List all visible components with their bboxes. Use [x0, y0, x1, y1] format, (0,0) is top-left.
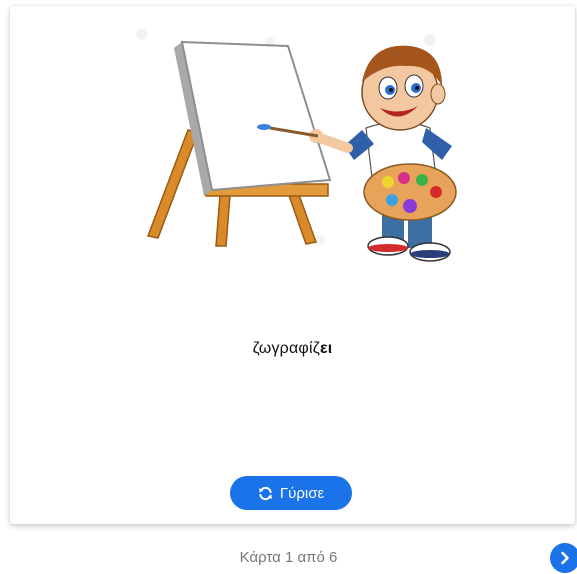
next-card-button[interactable] [550, 543, 577, 573]
flip-card-button[interactable]: Γύρισε [230, 476, 352, 510]
boy-painting-illustration [136, 28, 457, 262]
card-word-ending: ει [319, 340, 333, 357]
flashcard-page: ζωγραφίζει Γύρισε Κάρτα 1 από 6 [0, 0, 577, 574]
card-word: ζωγραφίζει [10, 340, 575, 358]
refresh-icon [258, 486, 272, 500]
flashcard[interactable]: ζωγραφίζει Γύρισε [10, 6, 575, 524]
card-counter: Κάρτα 1 από 6 [239, 549, 338, 566]
chevron-right-icon [561, 551, 569, 565]
card-word-stem: ζωγραφίζ [252, 340, 320, 357]
flip-button-label: Γύρισε [279, 484, 325, 502]
